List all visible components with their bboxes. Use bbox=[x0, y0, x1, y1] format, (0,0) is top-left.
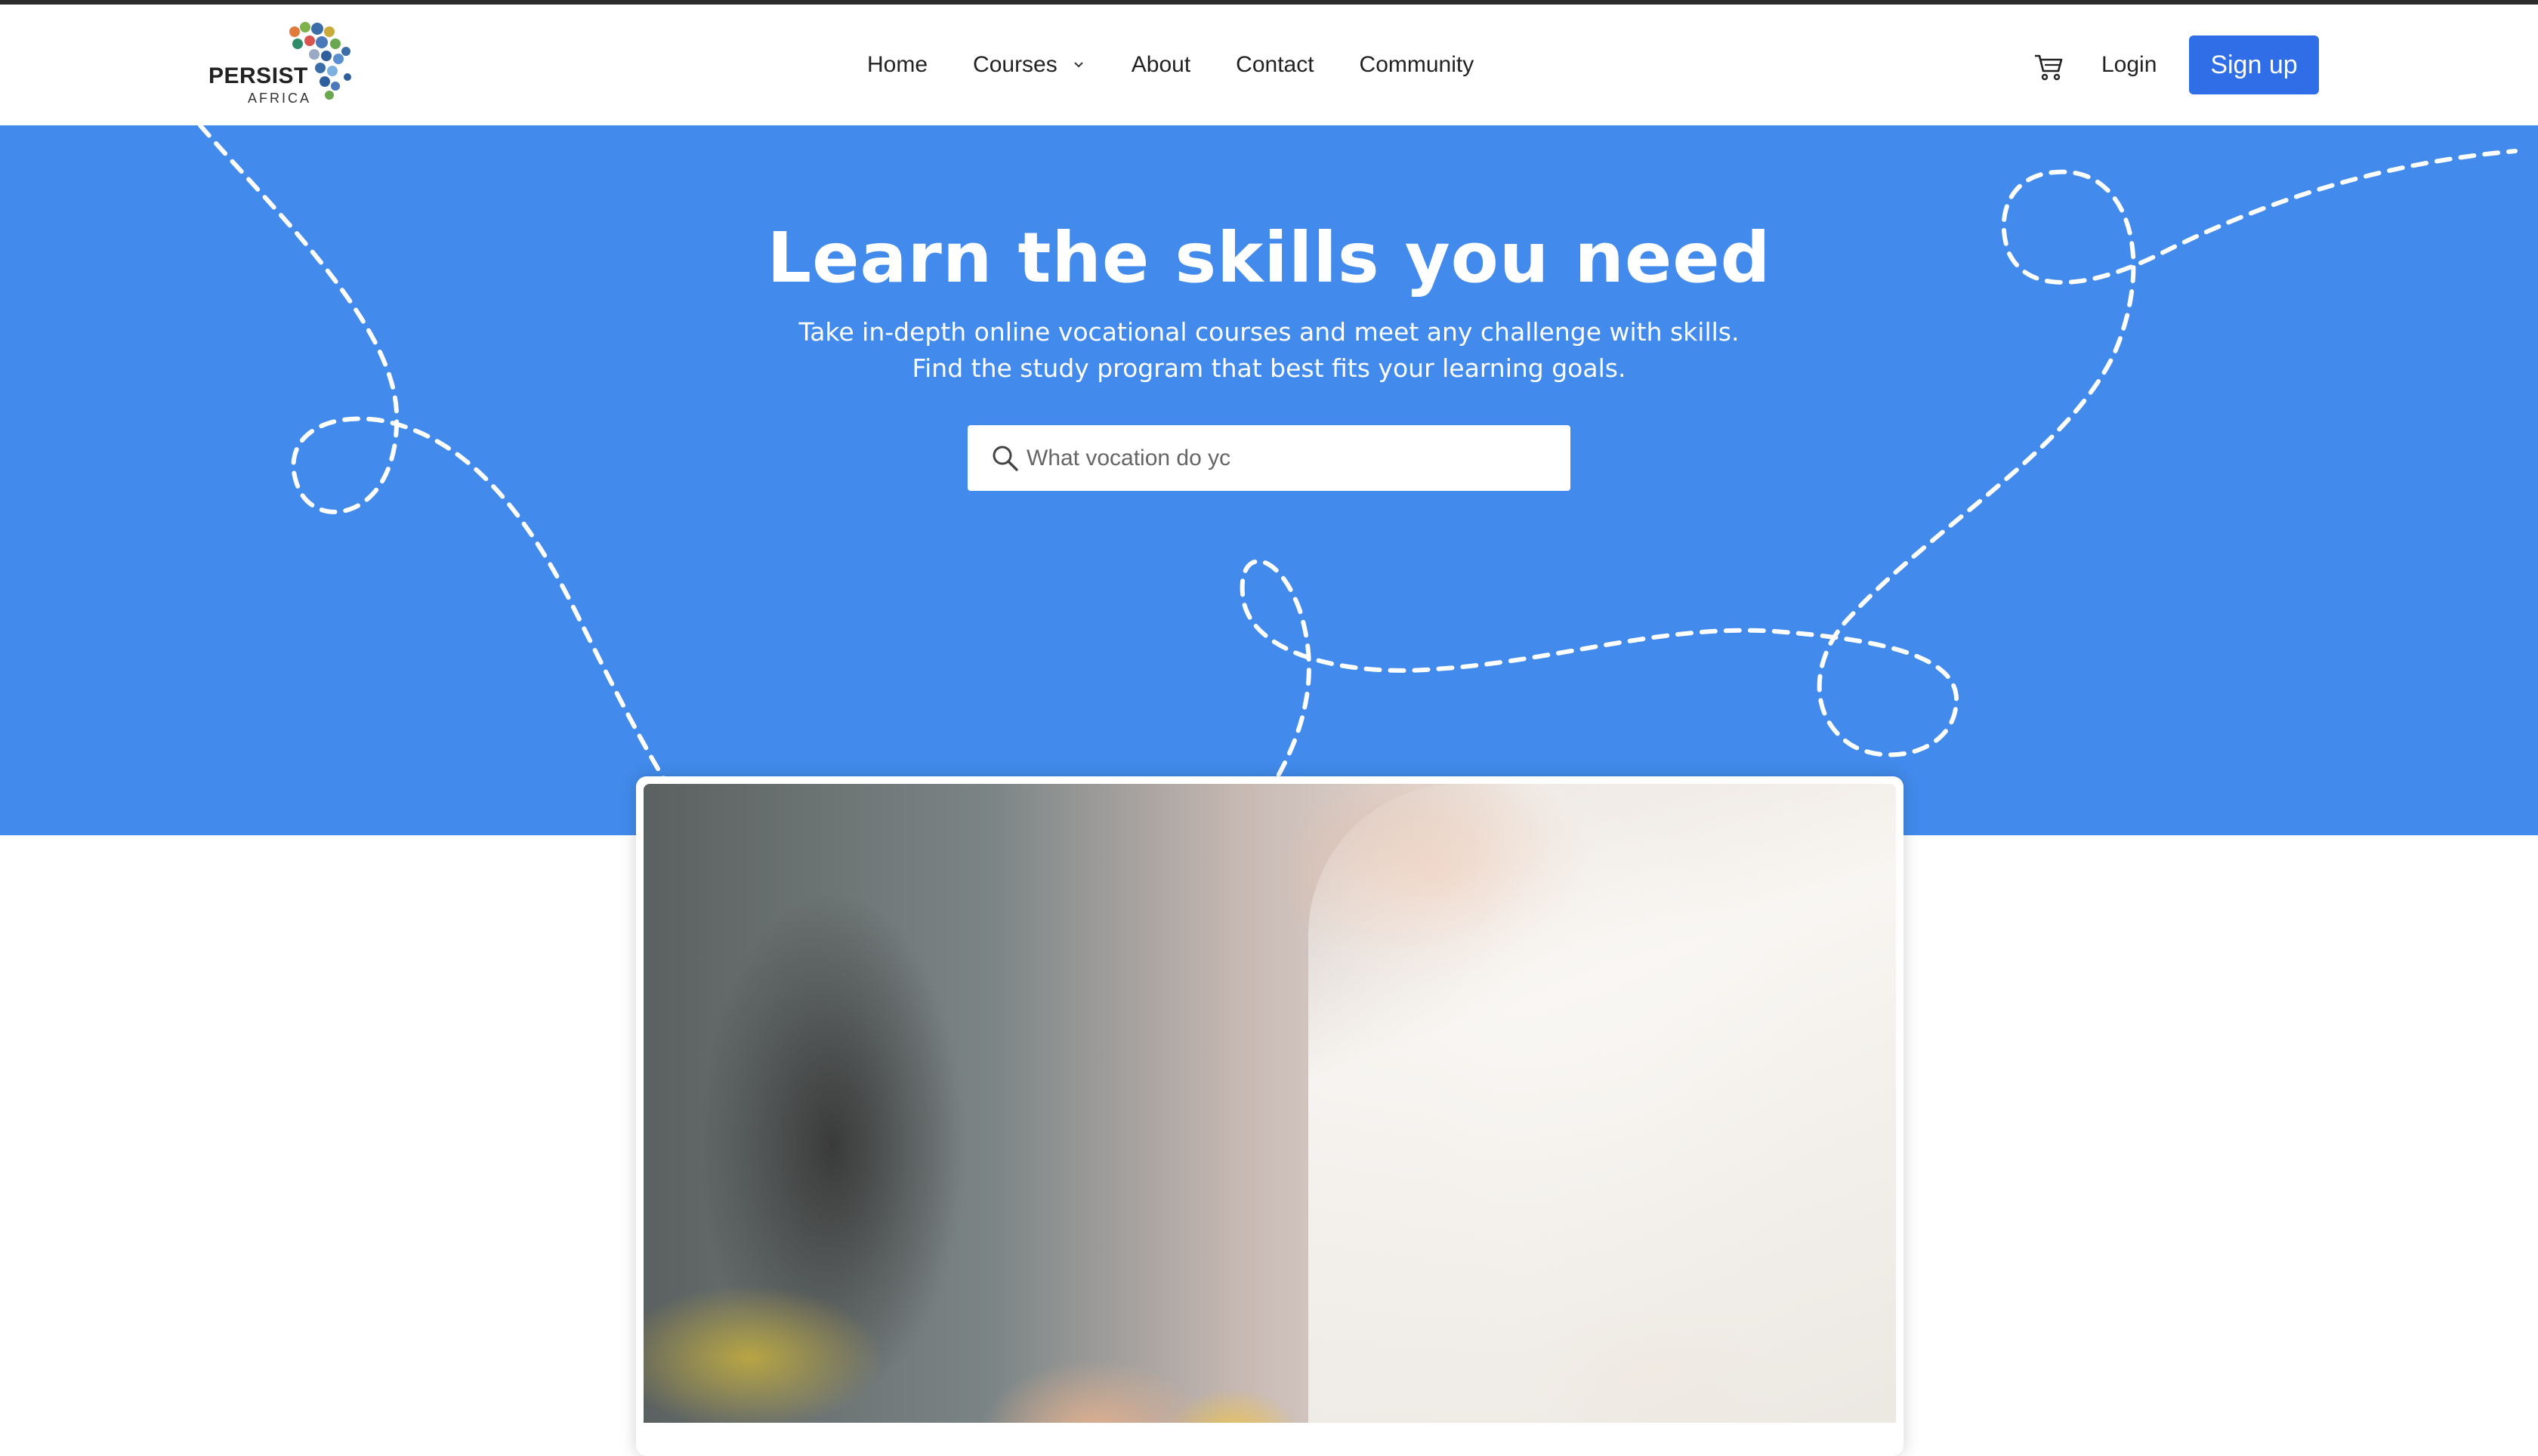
search-bar[interactable] bbox=[968, 425, 1570, 491]
nav-about-label: About bbox=[1131, 52, 1191, 77]
nav-contact[interactable]: Contact bbox=[1236, 52, 1314, 78]
chevron-down-icon bbox=[1074, 62, 1083, 68]
cart-icon[interactable] bbox=[2032, 50, 2065, 83]
login-link[interactable]: Login bbox=[2101, 5, 2157, 125]
nav-home[interactable]: Home bbox=[867, 52, 928, 78]
nav-about[interactable]: About bbox=[1132, 52, 1190, 78]
site-header: PERSIST AFRICA Home Courses About Contac… bbox=[0, 5, 2538, 125]
main-nav: Home Courses About Contact Community bbox=[867, 5, 1519, 125]
search-input[interactable] bbox=[1027, 445, 1253, 471]
logo-brand-text: PERSIST bbox=[208, 63, 308, 88]
nav-home-label: Home bbox=[867, 52, 928, 77]
hero-subtitle-line1: Take in-depth online vocational courses … bbox=[798, 317, 1740, 347]
signup-button[interactable]: Sign up bbox=[2189, 35, 2319, 94]
hero-section: Learn the skills you need Take in-depth … bbox=[0, 125, 2538, 835]
chef-photo bbox=[644, 784, 1896, 1423]
nav-community[interactable]: Community bbox=[1360, 52, 1474, 78]
logo-sub-text: AFRICA bbox=[248, 91, 312, 106]
hero-subtitle-line2: Find the study program that best fits yo… bbox=[912, 353, 1626, 383]
featured-image-card bbox=[636, 776, 1904, 1456]
nav-community-label: Community bbox=[1359, 52, 1474, 77]
chef-figure-shape bbox=[1308, 784, 1896, 1423]
nav-courses-label: Courses bbox=[973, 52, 1058, 77]
nav-courses[interactable]: Courses bbox=[973, 52, 1086, 78]
search-icon bbox=[993, 446, 1018, 471]
nav-contact-label: Contact bbox=[1236, 52, 1314, 77]
hero-title: Learn the skills you need bbox=[767, 217, 1771, 298]
persist-africa-logo[interactable]: PERSIST AFRICA bbox=[208, 21, 375, 112]
